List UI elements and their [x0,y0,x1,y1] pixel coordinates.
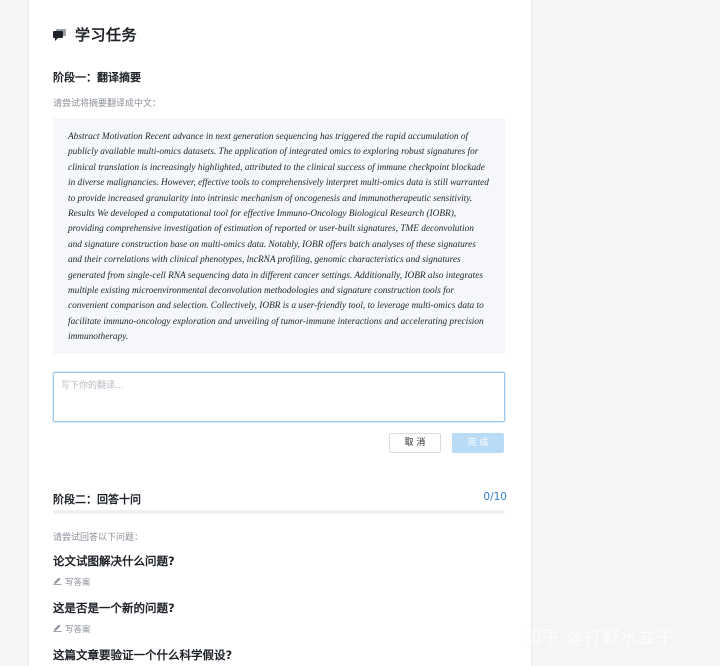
task-card: 学习任务 阶段一：翻译摘要 请尝试将摘要翻译成中文： Abstract Moti… [28,0,532,666]
page-title: 学习任务 [75,26,138,44]
progress-count: 0/10 [483,491,507,503]
watermark: 知乎 @打野水盆子 [524,628,675,648]
stage2-title: 阶段二：回答十问 [53,493,141,506]
pencil-icon [53,623,62,635]
progress-bar [53,510,505,514]
stage1-title: 阶段一：翻译摘要 [53,71,141,84]
write-answer-label: 写答案 [65,625,91,635]
task-header: 学习任务 [53,24,137,45]
abstract-text: Abstract Motivation Recent advance in ne… [68,132,489,343]
cancel-button[interactable]: 取 消 [389,433,441,453]
write-answer-button[interactable]: 写答案 [53,623,91,635]
translation-input[interactable] [53,372,505,422]
stage1-prompt: 请尝试将摘要翻译成中文： [53,99,162,109]
question-item: 这篇文章要验证一个什么科学假设? [53,648,233,662]
abstract-box: Abstract Motivation Recent advance in ne… [53,118,505,354]
chat-bubble-icon [53,28,66,41]
done-button[interactable]: 完 成 [452,433,504,453]
question-item: 这是否是一个新的问题? [53,601,175,615]
pencil-icon [53,576,62,588]
write-answer-button[interactable]: 写答案 [53,576,91,588]
write-answer-label: 写答案 [65,578,91,588]
question-item: 论文试图解决什么问题? [53,554,175,568]
stage2-prompt: 请尝试回答以下问题： [53,533,144,543]
